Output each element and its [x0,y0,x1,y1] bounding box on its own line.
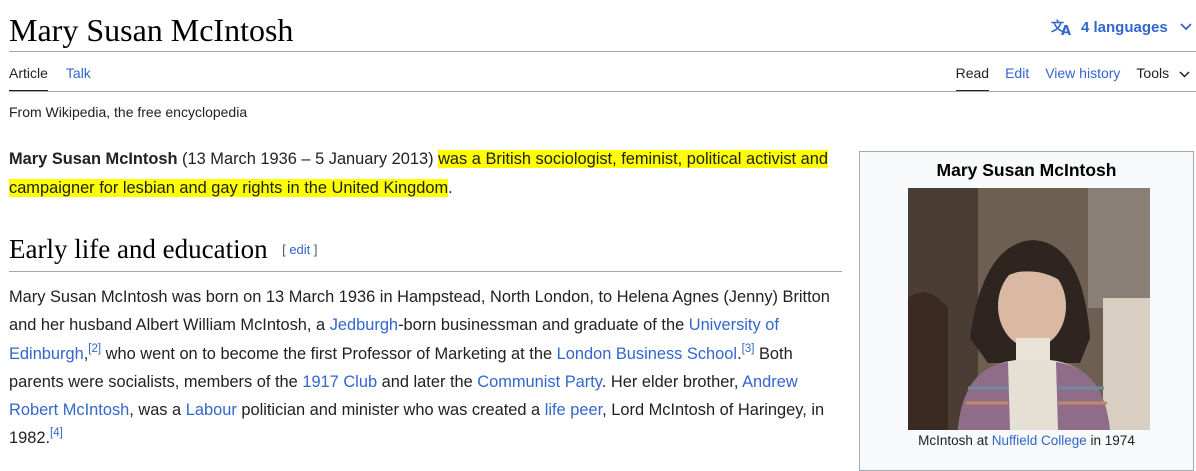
citation-4[interactable]: [4] [50,427,63,440]
edit-link[interactable]: edit [289,242,310,257]
portrait-photo[interactable] [908,188,1150,430]
link-1917-club[interactable]: 1917 Club [302,373,377,391]
text-run: politician and minister who was created … [236,401,545,420]
text-run: -born businessman and graduate of the [398,316,689,335]
chevron-down-icon [1179,65,1190,81]
caption-text: McIntosh at [918,433,992,448]
body-paragraph-container: Mary Susan McIntosh was born on 13 March… [9,283,844,453]
text-run: who went on to become the first Professo… [101,344,557,363]
tools-menu[interactable]: Tools [1136,64,1190,90]
tools-label: Tools [1136,65,1170,81]
photo-caption: McIntosh at Nuffield College in 1974 [860,433,1193,448]
link-life-peer[interactable]: life peer [545,401,602,419]
life-dates: (13 March 1936 – 5 January 2013) [177,150,439,168]
tab-read[interactable]: Read [955,64,990,92]
section-heading: Early life and education [9,234,268,264]
view-tabs: Read Edit View history Tools [955,64,1190,92]
languages-button[interactable]: 文 A 4 languages [1051,18,1192,36]
caption-text: in 1974 [1086,433,1135,448]
text-run: , was a [129,401,186,420]
intro-paragraph: Mary Susan McIntosh (13 March 1936 – 5 J… [9,145,839,202]
tab-article[interactable]: Article [9,64,48,92]
tabs-divider [9,91,1196,92]
text-run: and later the [377,372,478,391]
text-run: . Her elder brother, [601,372,743,391]
intro-period: . [448,178,453,197]
link-jedburgh[interactable]: Jedburgh [330,316,398,334]
tab-edit[interactable]: Edit [1005,64,1029,90]
site-tagline: From Wikipedia, the free encyclopedia [9,104,248,120]
infobox: Mary Susan McIntosh McIntosh at Nuffield… [859,151,1194,471]
page-title: Mary Susan McIntosh [9,12,294,48]
intro-paragraph-container: Mary Susan McIntosh (13 March 1936 – 5 J… [9,145,839,202]
edit-section-link: [ edit ] [282,242,317,257]
link-communist-party[interactable]: Communist Party [477,373,601,391]
title-divider [9,51,1196,52]
section-early-life: Early life and education [ edit ] [9,231,842,272]
chevron-down-icon [1180,23,1192,31]
link-labour[interactable]: Labour [186,401,237,419]
link-nuffield-college[interactable]: Nuffield College [992,433,1087,448]
namespace-tabs: Article Talk [9,64,91,92]
svg-text:A: A [1061,24,1071,36]
body-paragraph: Mary Susan McIntosh was born on 13 March… [9,283,844,453]
link-london-business-school[interactable]: London Business School [557,345,737,363]
languages-label: 4 languages [1081,18,1168,36]
tab-view-history[interactable]: View history [1045,64,1120,90]
tab-talk[interactable]: Talk [66,64,91,92]
edit-bracket-close: ] [310,242,318,257]
citation-3[interactable]: [3] [742,343,755,355]
subject-name: Mary Susan McIntosh [9,150,178,168]
translate-icon: 文 A [1051,18,1073,36]
citation-2[interactable]: [2] [88,343,101,355]
infobox-title: Mary Susan McIntosh [936,160,1117,180]
